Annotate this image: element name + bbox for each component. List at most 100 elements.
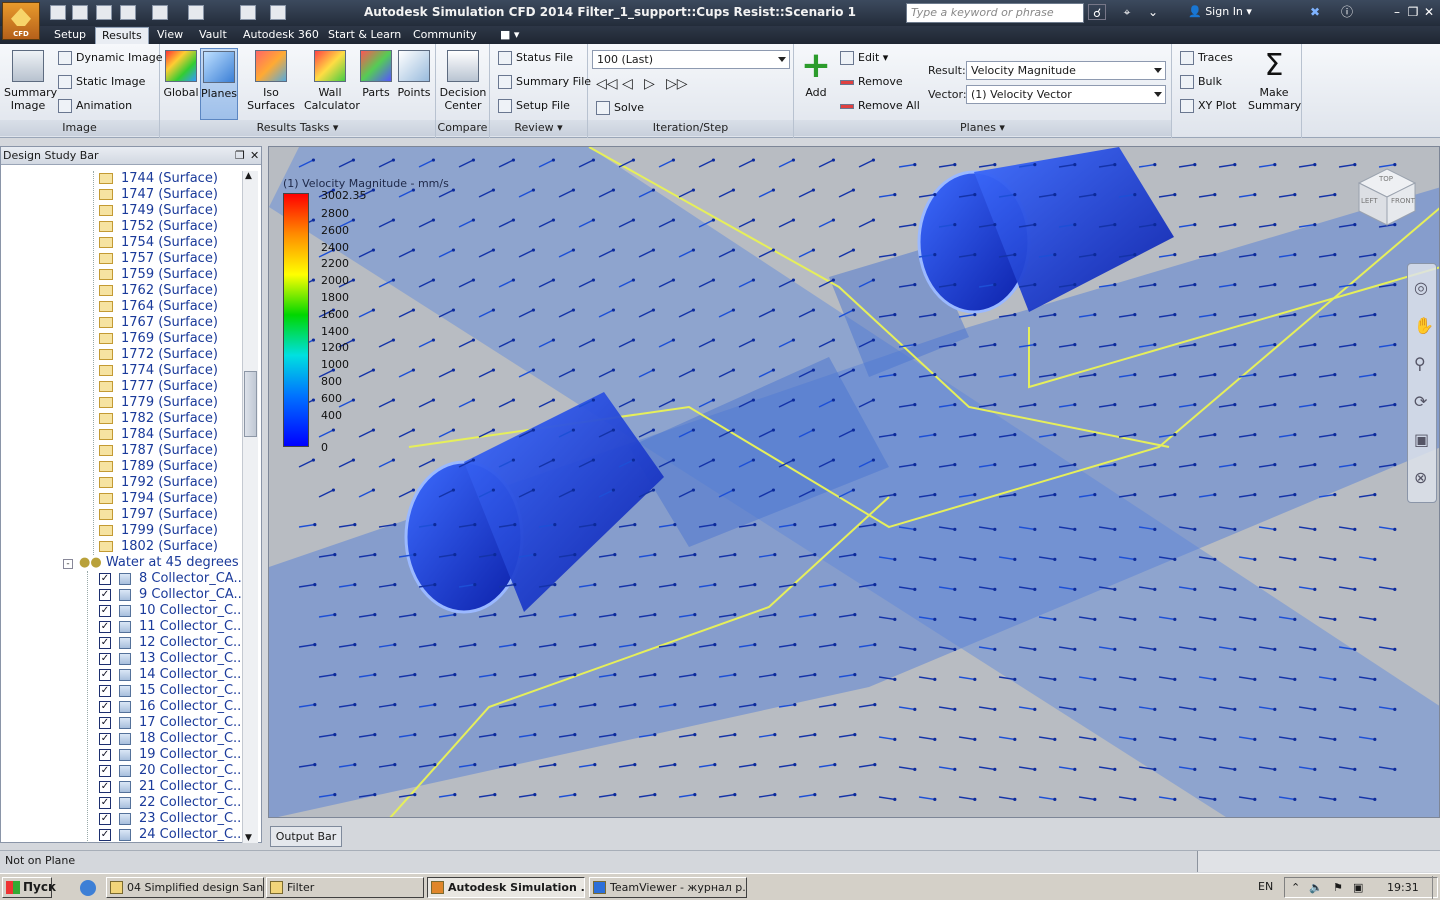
tree-volume-item[interactable]: ✓ 20 Collector_C... bbox=[99, 763, 241, 779]
tree-surface-item[interactable]: 1774 (Surface) bbox=[99, 363, 218, 379]
status-file-button[interactable]: Status File bbox=[496, 48, 573, 68]
subscription-icon[interactable]: ⌖ bbox=[1118, 4, 1136, 20]
solve-button[interactable]: Solve bbox=[594, 98, 644, 118]
summary-file-button[interactable]: Summary File bbox=[496, 72, 591, 92]
tree-volume-item[interactable]: ✓ 11 Collector_C... bbox=[99, 619, 241, 635]
tree-surface-item[interactable]: 1744 (Surface) bbox=[99, 171, 218, 187]
volume-checkbox[interactable]: ✓ bbox=[99, 717, 111, 729]
steering-wheel-icon[interactable]: ◎ bbox=[1414, 278, 1428, 297]
video-dropdown-icon[interactable]: ■ ▾ bbox=[494, 27, 525, 44]
tree-surface-item[interactable]: 1797 (Surface) bbox=[99, 507, 218, 523]
tree-surface-item[interactable]: 1754 (Surface) bbox=[99, 235, 218, 251]
tree-volume-item[interactable]: ✓ 9 Collector_CA... bbox=[99, 587, 241, 603]
close-icon[interactable]: ✕ bbox=[250, 147, 259, 165]
tree-surface-item[interactable]: 1794 (Surface) bbox=[99, 491, 218, 507]
tree-surface-item[interactable]: 1772 (Surface) bbox=[99, 347, 218, 363]
tree-surface-item[interactable]: 1792 (Surface) bbox=[99, 475, 218, 491]
vector-select[interactable]: (1) Velocity Vector bbox=[966, 85, 1166, 104]
tree-surface-item[interactable]: 1769 (Surface) bbox=[99, 331, 218, 347]
language-indicator[interactable]: EN bbox=[1258, 880, 1273, 893]
global-button[interactable]: Global bbox=[162, 48, 200, 120]
tree-surface-item[interactable]: 1767 (Surface) bbox=[99, 315, 218, 331]
pan-hand-icon[interactable]: ✋ bbox=[1414, 316, 1434, 335]
tree-volume-item[interactable]: ✓ 23 Collector_C... bbox=[99, 811, 241, 827]
volume-checkbox[interactable]: ✓ bbox=[99, 829, 111, 841]
view-cube[interactable]: TOP LEFT FRONT bbox=[1355, 165, 1419, 229]
tree-volume-item[interactable]: ✓ 10 Collector_C... bbox=[99, 603, 241, 619]
tree-surface-item[interactable]: 1779 (Surface) bbox=[99, 395, 218, 411]
setup-file-button[interactable]: Setup File bbox=[496, 96, 570, 116]
tree-surface-item[interactable]: 1802 (Surface) bbox=[99, 539, 218, 555]
tree-surface-item[interactable]: 1787 (Surface) bbox=[99, 443, 218, 459]
task-teamviewer[interactable]: TeamViewer - журнал р... bbox=[589, 877, 747, 898]
volume-checkbox[interactable]: ✓ bbox=[99, 797, 111, 809]
iso-surfaces-button[interactable]: Iso Surfaces bbox=[240, 48, 302, 120]
tree-surface-item[interactable]: 1759 (Surface) bbox=[99, 267, 218, 283]
orbit-icon[interactable]: ⟳ bbox=[1414, 392, 1427, 411]
tree-volume-item[interactable]: ✓ 19 Collector_C... bbox=[99, 747, 241, 763]
tree-surface-item[interactable]: 1764 (Surface) bbox=[99, 299, 218, 315]
output-bar-button[interactable]: Output Bar bbox=[270, 826, 342, 847]
review-panel-label[interactable]: Review ▾ bbox=[490, 120, 587, 136]
results-tasks-panel-label[interactable]: Results Tasks ▾ bbox=[160, 120, 435, 136]
summary-image-button[interactable]: Summary Image bbox=[4, 48, 57, 120]
view-cube-top[interactable]: TOP bbox=[1379, 175, 1393, 183]
tree-volume-item[interactable]: ✓ 17 Collector_C... bbox=[99, 715, 241, 731]
scroll-up-icon[interactable]: ▲ bbox=[245, 171, 252, 181]
tray-expand-icon[interactable]: ⌃ bbox=[1291, 878, 1300, 897]
tree-surface-item[interactable]: 1784 (Surface) bbox=[99, 427, 218, 443]
tree-volume-item[interactable]: ✓ 13 Collector_C... bbox=[99, 651, 241, 667]
settings-icon[interactable] bbox=[270, 5, 286, 20]
look-at-icon[interactable]: ▣ bbox=[1414, 430, 1429, 449]
volume-checkbox[interactable]: ✓ bbox=[99, 621, 111, 633]
tree-volume-item[interactable]: ✓ 18 Collector_C... bbox=[99, 731, 241, 747]
open-file-icon[interactable] bbox=[72, 5, 88, 20]
zoom-icon[interactable]: ⚲ bbox=[1414, 354, 1426, 373]
tree-surface-item[interactable]: 1789 (Surface) bbox=[99, 459, 218, 475]
chevron-down-icon[interactable]: ⌄ bbox=[1144, 4, 1162, 20]
tree-surface-item[interactable]: 1777 (Surface) bbox=[99, 379, 218, 395]
tree-surface-item[interactable]: 1762 (Surface) bbox=[99, 283, 218, 299]
tree-volume-item[interactable]: ✓ 8 Collector_CA... bbox=[99, 571, 241, 587]
tab-results[interactable]: Results bbox=[95, 27, 149, 44]
volume-checkbox[interactable]: ✓ bbox=[99, 813, 111, 825]
volume-checkbox[interactable]: ✓ bbox=[99, 733, 111, 745]
help-icon[interactable]: ⓘ bbox=[1338, 4, 1356, 20]
tab-setup[interactable]: Setup bbox=[48, 27, 92, 44]
tree-surface-item[interactable]: 1749 (Surface) bbox=[99, 203, 218, 219]
volume-checkbox[interactable]: ✓ bbox=[99, 701, 111, 713]
tree-volume-item[interactable]: ✓ 21 Collector_C... bbox=[99, 779, 241, 795]
volume-checkbox[interactable]: ✓ bbox=[99, 653, 111, 665]
binoculars-icon[interactable]: ☌ bbox=[1088, 4, 1106, 20]
tree-surface-item[interactable]: 1757 (Surface) bbox=[99, 251, 218, 267]
volume-checkbox[interactable]: ✓ bbox=[99, 605, 111, 617]
collapse-icon[interactable]: - bbox=[63, 559, 73, 569]
volume-checkbox[interactable]: ✓ bbox=[99, 765, 111, 777]
tab-start-learn[interactable]: Start & Learn bbox=[322, 27, 407, 44]
view-cube-left[interactable]: LEFT bbox=[1361, 197, 1378, 205]
dynamic-image-button[interactable]: Dynamic Image bbox=[56, 48, 162, 68]
planes-button[interactable]: Planes bbox=[200, 48, 238, 120]
exchange-icon[interactable]: ✖ bbox=[1306, 4, 1324, 20]
scroll-down-icon[interactable]: ▼ bbox=[245, 833, 252, 843]
volume-checkbox[interactable]: ✓ bbox=[99, 573, 111, 585]
new-file-icon[interactable] bbox=[50, 5, 66, 20]
parts-button[interactable]: Parts bbox=[358, 48, 394, 120]
tree-volume-item[interactable]: ✓ 15 Collector_C... bbox=[99, 683, 241, 699]
tab-view[interactable]: View bbox=[151, 27, 189, 44]
animation-button[interactable]: Animation bbox=[56, 96, 132, 116]
volume-checkbox[interactable]: ✓ bbox=[99, 669, 111, 681]
undo-icon[interactable] bbox=[152, 5, 168, 20]
tree-surface-item[interactable]: 1747 (Surface) bbox=[99, 187, 218, 203]
traces-button[interactable]: Traces bbox=[1178, 48, 1233, 68]
tree-volume-item[interactable]: ✓ 22 Collector_C... bbox=[99, 795, 241, 811]
close-nav-icon[interactable]: ⊗ bbox=[1414, 468, 1427, 487]
save-icon[interactable] bbox=[96, 5, 112, 20]
points-button[interactable]: Points bbox=[396, 48, 432, 120]
view-cube-front[interactable]: FRONT bbox=[1391, 197, 1415, 205]
show-desktop-button[interactable] bbox=[1432, 876, 1438, 899]
volume-icon[interactable]: 🔈 bbox=[1309, 878, 1323, 897]
redo-icon[interactable] bbox=[188, 5, 204, 20]
decision-center-button[interactable]: Decision Center bbox=[438, 48, 488, 120]
step-forward-icon[interactable]: ▷ bbox=[644, 76, 655, 92]
